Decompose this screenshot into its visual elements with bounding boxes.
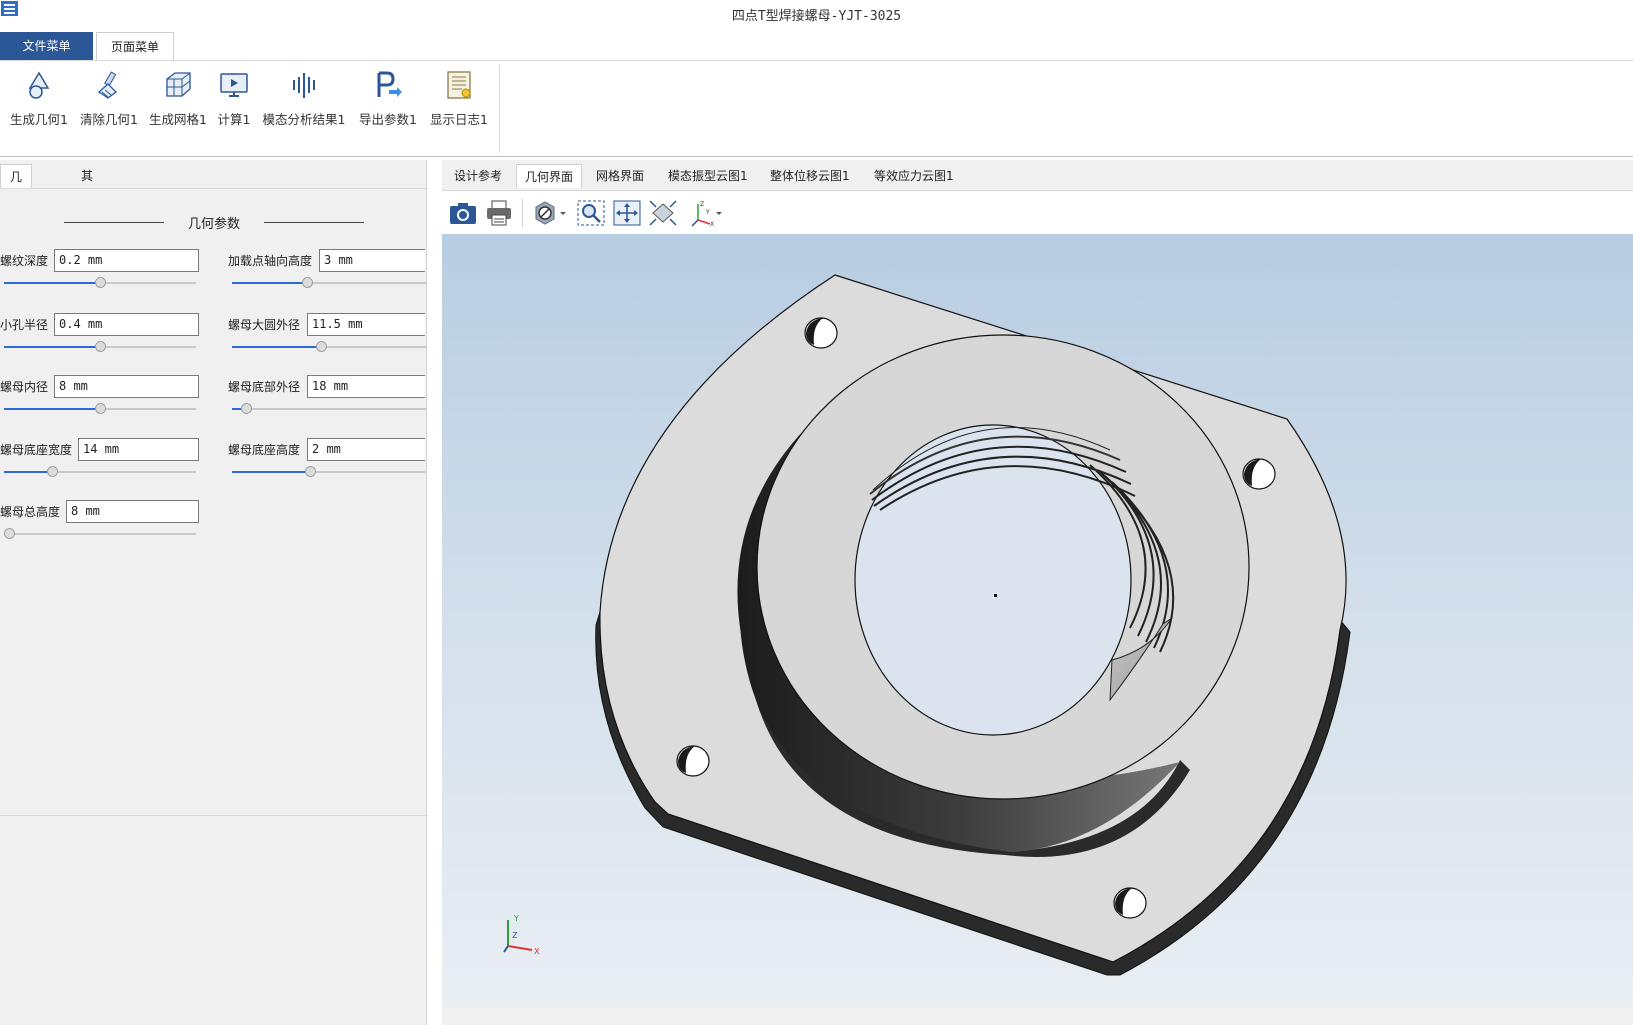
display-mode-icon: [535, 201, 566, 225]
menu-tab-bar: 文件菜单 页面菜单: [0, 32, 1633, 60]
print-button[interactable]: [483, 197, 515, 229]
pan-button[interactable]: [611, 197, 643, 229]
ribbon-separator: [499, 65, 500, 153]
tab-other-params[interactable]: 其他参数: [72, 164, 102, 255]
tab-mesh-view[interactable]: 网格界面: [588, 164, 652, 188]
menu-tab-file[interactable]: 文件菜单: [0, 32, 93, 60]
zoom-window-icon: [577, 200, 605, 226]
tab-geometry-params[interactable]: 几何参数: [0, 164, 33, 256]
param-input-nut-bottom-outer-diameter[interactable]: 18 mm: [307, 375, 425, 398]
param-input-load-point-height[interactable]: 3 mm: [319, 249, 425, 272]
compute-label: 计算1: [217, 112, 251, 127]
param-slider-thread-depth[interactable]: [4, 277, 196, 289]
axis-view-icon: Z Y X: [691, 201, 722, 228]
camera-icon: [450, 203, 476, 224]
clear-geometry-label: 清除几何1: [80, 112, 138, 127]
generate-mesh-icon: [166, 72, 191, 97]
axis-view-button[interactable]: Z Y X: [686, 197, 726, 229]
clear-geometry-button[interactable]: 清除几何1: [78, 65, 140, 135]
param-slider-nut-bottom-outer-diameter[interactable]: [232, 403, 426, 415]
compute-button[interactable]: 计算1: [214, 65, 254, 135]
param-input-nut-inner-diameter[interactable]: 8 mm: [54, 375, 199, 398]
show-log-label: 显示日志1: [430, 112, 488, 127]
print-icon: [487, 200, 511, 226]
param-input-nut-large-outer-diameter[interactable]: 11.5 mm: [307, 313, 425, 336]
zoom-window-button[interactable]: [575, 197, 607, 229]
generate-geometry-label: 生成几何1: [10, 112, 68, 127]
param-slider-nut-inner-diameter[interactable]: [4, 403, 196, 415]
menu-tab-page[interactable]: 页面菜单: [96, 32, 174, 60]
param-input-base-height[interactable]: 2 mm: [307, 438, 425, 461]
tab-modal-shape[interactable]: 模态振型云图1: [660, 164, 756, 188]
parameter-panel: 几何参数 其他参数 几何参数 螺纹深度 0.2 mm 加载点轴向高度 3 mm …: [0, 160, 427, 1025]
tab-displacement[interactable]: 整体位移云图1: [762, 164, 858, 188]
tab-geometry-view[interactable]: 几何界面: [516, 164, 583, 188]
param-label-small-hole-radius: 小孔半径: [0, 318, 49, 332]
tab-equivalent-stress[interactable]: 等效应力云图1: [866, 164, 962, 188]
param-label-base-width: 螺母底座宽度: [0, 443, 73, 457]
axis-triad-icon: Y Z X: [503, 914, 540, 956]
fit-all-button[interactable]: [647, 197, 679, 229]
svg-text:Y: Y: [705, 209, 710, 216]
param-slider-total-height[interactable]: [4, 528, 196, 540]
svg-text:X: X: [710, 221, 714, 228]
export-params-button[interactable]: 导出参数1: [356, 65, 420, 135]
viewer-toolbar: Z Y X: [442, 190, 1633, 234]
group-title: 几何参数: [64, 213, 364, 232]
svg-text:Z: Z: [700, 201, 704, 208]
display-mode-button[interactable]: [530, 197, 570, 229]
param-label-thread-depth: 螺纹深度: [0, 254, 49, 268]
param-input-thread-depth[interactable]: 0.2 mm: [54, 249, 199, 272]
param-input-small-hole-radius[interactable]: 0.4 mm: [54, 313, 199, 336]
geometry-params-content: 几何参数 螺纹深度 0.2 mm 加载点轴向高度 3 mm 小孔半径 0.4 m…: [0, 188, 426, 816]
clear-geometry-icon: [97, 71, 117, 99]
param-label-load-point-height: 加载点轴向高度: [228, 254, 313, 268]
generate-geometry-button[interactable]: 生成几何1: [8, 65, 70, 135]
param-input-total-height[interactable]: 8 mm: [66, 500, 199, 523]
export-params-label: 导出参数1: [359, 112, 417, 127]
axis-y-label: Y: [513, 914, 519, 923]
status-bar: [442, 1008, 1633, 1025]
modal-analysis-label: 模态分析结果1: [262, 112, 346, 127]
param-label-base-height: 螺母底座高度: [228, 443, 301, 457]
title-bar: 四点T型焊接螺母-YJT-3025: [0, 0, 1633, 28]
param-input-base-width[interactable]: 14 mm: [78, 438, 199, 461]
toolbar-separator: [522, 199, 523, 227]
export-params-icon: [377, 71, 402, 97]
param-label-nut-large-outer-diameter: 螺母大圆外径: [228, 318, 301, 332]
fit-all-icon: [649, 200, 677, 226]
param-label-nut-inner-diameter: 螺母内径: [0, 380, 49, 394]
compute-icon: [220, 73, 248, 97]
window-title: 四点T型焊接螺母-YJT-3025: [731, 9, 902, 24]
generate-mesh-label: 生成网格1: [149, 112, 207, 127]
param-slider-base-width[interactable]: [4, 466, 196, 478]
3d-viewport[interactable]: Y Z X: [442, 234, 1633, 1008]
ribbon-toolbar: 生成几何1 清除几何1 生成网格1 计算1 模态分析结果1 导出参数1 显示日志…: [0, 60, 1633, 157]
generate-mesh-button[interactable]: 生成网格1: [146, 65, 210, 135]
generate-geometry-icon: [28, 71, 50, 99]
tab-design-reference[interactable]: 设计参考: [446, 164, 510, 188]
modal-analysis-button[interactable]: 模态分析结果1: [258, 65, 350, 135]
show-log-button[interactable]: 显示日志1: [427, 65, 491, 135]
param-slider-nut-large-outer-diameter[interactable]: [232, 341, 426, 353]
screenshot-button[interactable]: [447, 197, 479, 229]
axis-x-label: X: [534, 947, 540, 956]
param-slider-small-hole-radius[interactable]: [4, 341, 196, 353]
axis-z-label: Z: [512, 931, 518, 940]
param-label-total-height: 螺母总高度: [0, 505, 61, 519]
param-slider-base-height[interactable]: [232, 466, 426, 478]
pan-icon: [613, 200, 641, 226]
param-label-nut-bottom-outer-diameter: 螺母底部外径: [228, 380, 301, 394]
show-log-icon: [447, 71, 471, 99]
modal-analysis-icon: [293, 73, 315, 98]
param-slider-load-point-height[interactable]: [232, 277, 426, 289]
nut-model: [595, 274, 1351, 976]
